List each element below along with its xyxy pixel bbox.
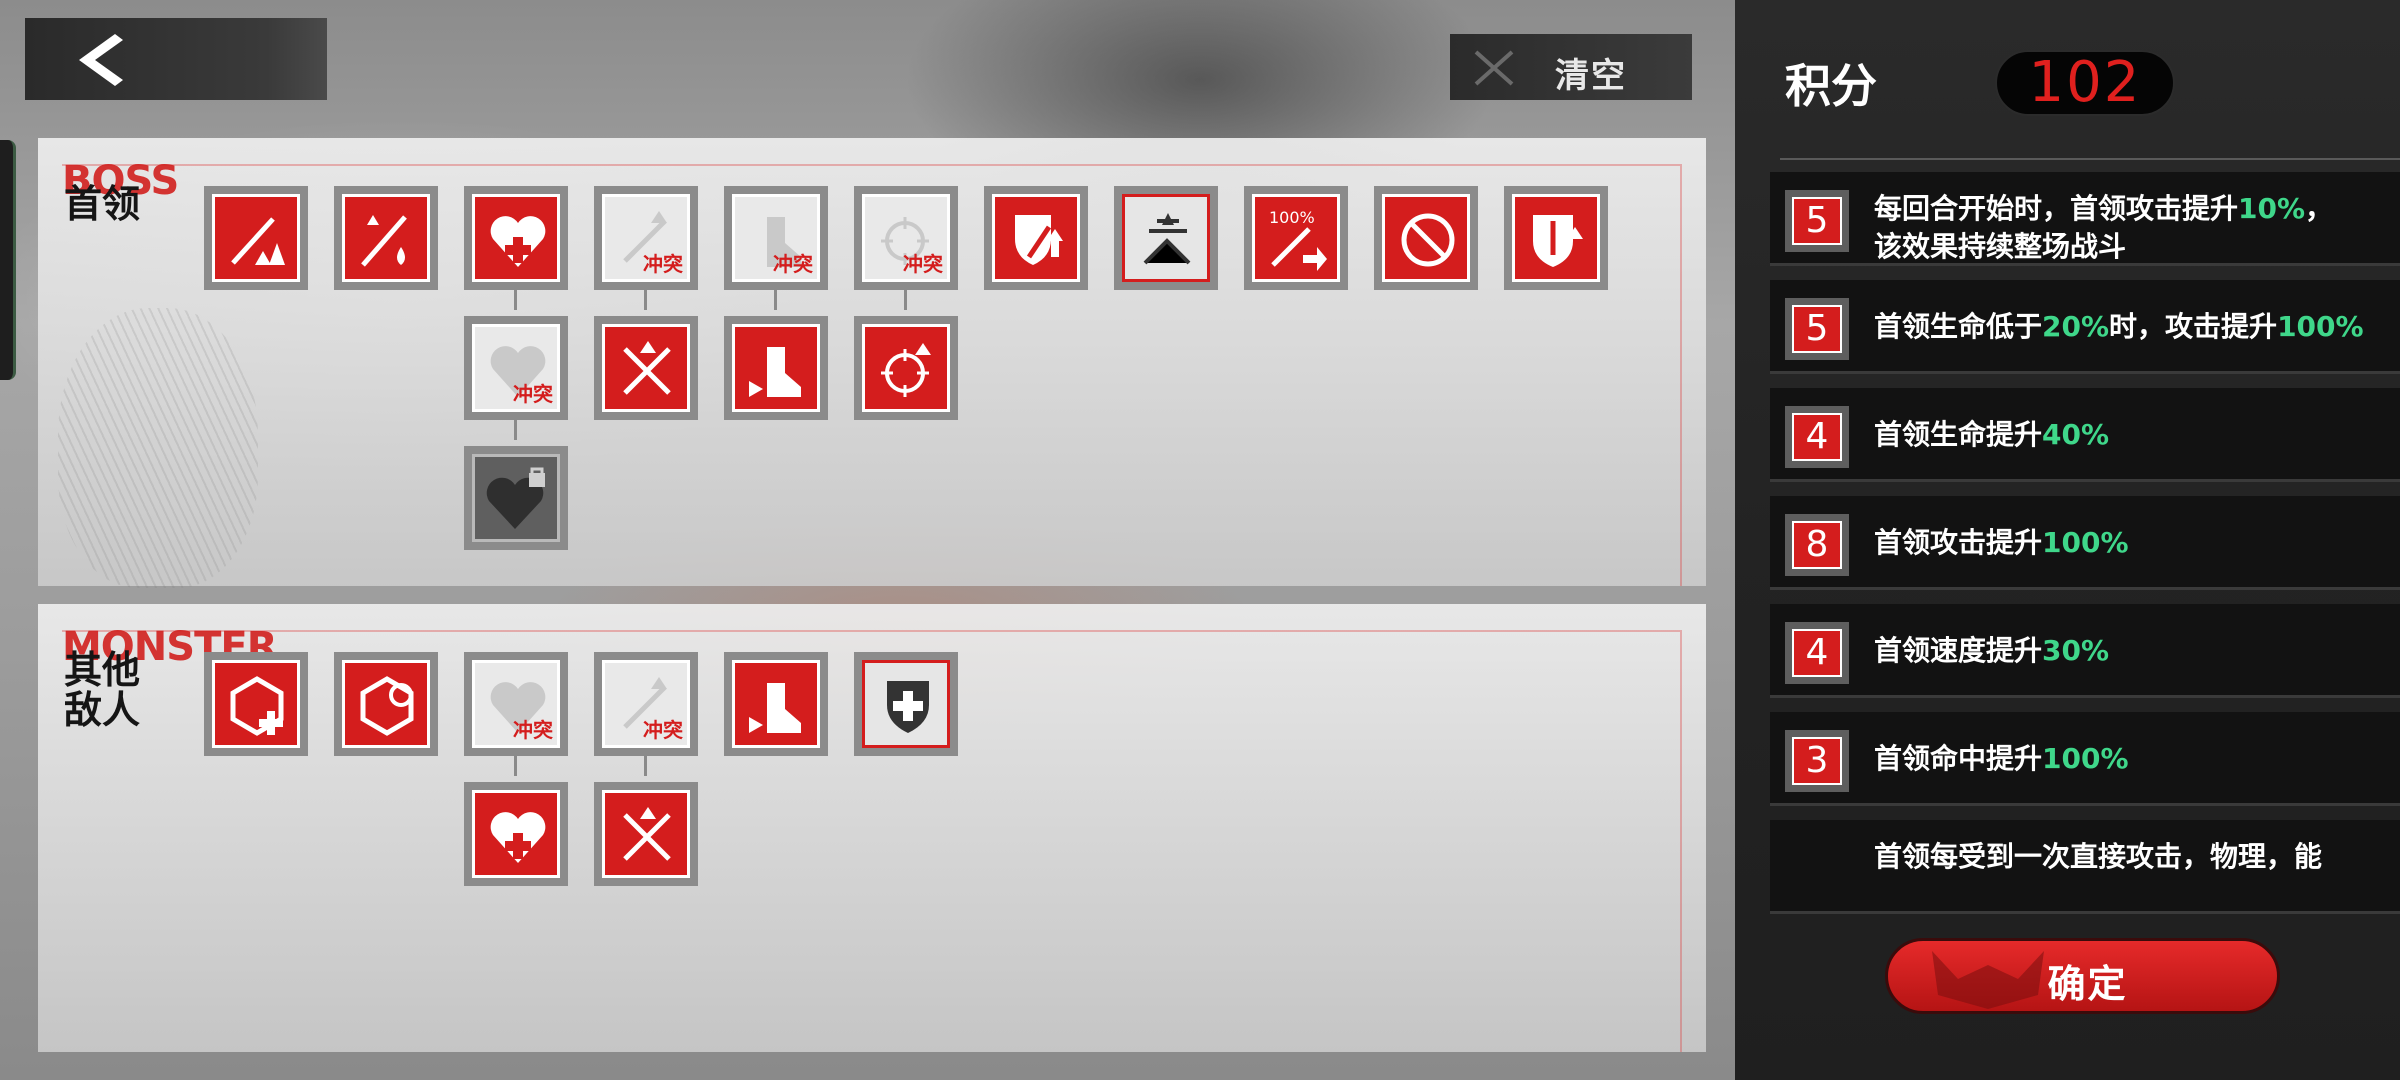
boss-debuff-node[interactable] xyxy=(1114,186,1218,290)
swords-cross-arrow-icon xyxy=(1143,213,1191,265)
heart-lock-icon xyxy=(486,467,545,529)
monster-summon-node[interactable] xyxy=(204,652,308,756)
cube-refresh-icon xyxy=(360,676,414,736)
cost-badge: 3 xyxy=(1785,730,1849,792)
boss-speed-conflict-node[interactable]: 冲突 xyxy=(724,186,828,290)
conflict-tag: 冲突 xyxy=(513,382,553,406)
boss-health-node[interactable] xyxy=(464,186,568,290)
boss-panel: BOSS 首领 冲突 冲突 冲突 100% 冲突 xyxy=(38,138,1706,588)
monster-health-node[interactable] xyxy=(464,782,568,886)
boss-no-knockback-node[interactable] xyxy=(1374,186,1478,290)
clear-button[interactable]: 清空 xyxy=(1450,34,1692,100)
cost-badge: 4 xyxy=(1785,406,1849,468)
conflict-tag: 冲突 xyxy=(643,718,683,742)
back-button[interactable] xyxy=(25,18,327,100)
boss-double-attack-node[interactable] xyxy=(594,316,698,420)
crosshair-icon xyxy=(881,343,931,397)
monster-speed-node[interactable] xyxy=(724,652,828,756)
side-drawer-handle[interactable] xyxy=(0,140,16,380)
score-value: 102 xyxy=(1995,50,2175,116)
boss-bleed-node[interactable] xyxy=(334,186,438,290)
boss-accuracy-conflict-node[interactable]: 冲突 xyxy=(854,186,958,290)
clear-label: 清空 xyxy=(1555,56,1627,96)
score-label: 积分 xyxy=(1785,59,1877,113)
shield-broken-icon xyxy=(1015,215,1063,265)
boss-health-locked-node[interactable] xyxy=(464,446,568,550)
conflict-tag: 冲突 xyxy=(643,252,683,276)
boss-defense-break-node[interactable] xyxy=(984,186,1088,290)
boss-crit-node[interactable]: 100% xyxy=(1244,186,1348,290)
buff-description: 每回合开始时，首领攻击提升10%， 该效果持续整场战斗 xyxy=(1874,192,2334,263)
list-item[interactable]: 3 首领命中提升100% xyxy=(1770,712,2400,806)
heart-plus-icon xyxy=(490,812,546,863)
conflict-tag: 冲突 xyxy=(513,718,553,742)
confirm-label: 确定 xyxy=(2047,962,2128,1006)
score-sidebar: 积分 102 5 每回合开始时，首领攻击提升10%， 该效果持续整场战斗 5 首… xyxy=(1735,0,2400,1080)
buff-description: 首领速度提升30% xyxy=(1874,634,2110,667)
boot-arrow-icon xyxy=(749,347,801,397)
sword-arrows-up-icon xyxy=(231,217,285,265)
confirm-button[interactable]: 确定 xyxy=(1885,938,2280,1014)
skull-watermark xyxy=(58,308,258,588)
buff-description: 首领生命提升40% xyxy=(1874,418,2110,451)
list-item[interactable]: 首领每受到一次直接攻击，物理，能 xyxy=(1770,820,2400,914)
list-item[interactable]: 8 首领攻击提升100% xyxy=(1770,496,2400,590)
monster-attack-node[interactable] xyxy=(594,782,698,886)
cost-badge: 8 xyxy=(1785,514,1849,576)
chevron-left-icon xyxy=(79,34,123,86)
list-item[interactable]: 4 首领生命提升40% xyxy=(1770,388,2400,482)
sword-100-icon: 100% xyxy=(1269,208,1327,271)
monster-title-cn: 其他敌人 xyxy=(64,648,141,732)
sword-blood-icon xyxy=(361,215,407,267)
cube-plus-icon xyxy=(230,676,284,736)
shield-sword-icon xyxy=(1533,215,1583,267)
boss-accuracy-node[interactable] xyxy=(854,316,958,420)
monster-defense-node[interactable] xyxy=(854,652,958,756)
conflict-tag: 冲突 xyxy=(773,252,813,276)
shield-plus-icon xyxy=(887,681,929,733)
boss-speed-node[interactable] xyxy=(724,316,828,420)
boss-shield-sword-node[interactable] xyxy=(1504,186,1608,290)
svg-text:100%: 100% xyxy=(1269,208,1315,227)
boss-attack-conflict-node[interactable]: 冲突 xyxy=(594,186,698,290)
list-item[interactable]: 5 首领生命低于20%时，攻击提升100% xyxy=(1770,280,2400,374)
x-icon xyxy=(1474,50,1514,86)
selected-buff-list[interactable]: 5 每回合开始时，首领攻击提升10%， 该效果持续整场战斗 5 首领生命低于20… xyxy=(1770,172,2400,917)
no-entry-icon xyxy=(1401,213,1455,267)
monster-panel: MONSTER 其他敌人 冲突 冲突 xyxy=(38,604,1706,1052)
conflict-tag: 冲突 xyxy=(903,252,943,276)
cost-badge: 5 xyxy=(1785,298,1849,360)
list-item[interactable]: 5 每回合开始时，首领攻击提升10%， 该效果持续整场战斗 xyxy=(1770,172,2400,266)
divider xyxy=(1780,158,2400,160)
boss-title-cn: 首领 xyxy=(64,182,141,226)
monster-health-conflict-node[interactable]: 冲突 xyxy=(464,652,568,756)
buff-description: 首领每受到一次直接攻击，物理，能 xyxy=(1874,840,2323,873)
swords-cross-icon xyxy=(623,807,671,861)
boss-health-conflict-node[interactable]: 冲突 xyxy=(464,316,568,420)
monster-regen-node[interactable] xyxy=(334,652,438,756)
buff-description: 首领攻击提升100% xyxy=(1874,526,2129,559)
buff-description: 首领命中提升100% xyxy=(1874,742,2129,775)
cost-badge: 5 xyxy=(1785,190,1849,252)
monster-attack-conflict-node[interactable]: 冲突 xyxy=(594,652,698,756)
buff-description: 首领生命低于20%时，攻击提升100% xyxy=(1874,310,2364,343)
cost-badge: 4 xyxy=(1785,622,1849,684)
boss-attack-growth-node[interactable] xyxy=(204,186,308,290)
boot-arrow-icon xyxy=(749,683,801,733)
list-item[interactable]: 4 首领速度提升30% xyxy=(1770,604,2400,698)
heart-plus-icon xyxy=(490,216,546,267)
swords-cross-icon xyxy=(623,341,671,395)
